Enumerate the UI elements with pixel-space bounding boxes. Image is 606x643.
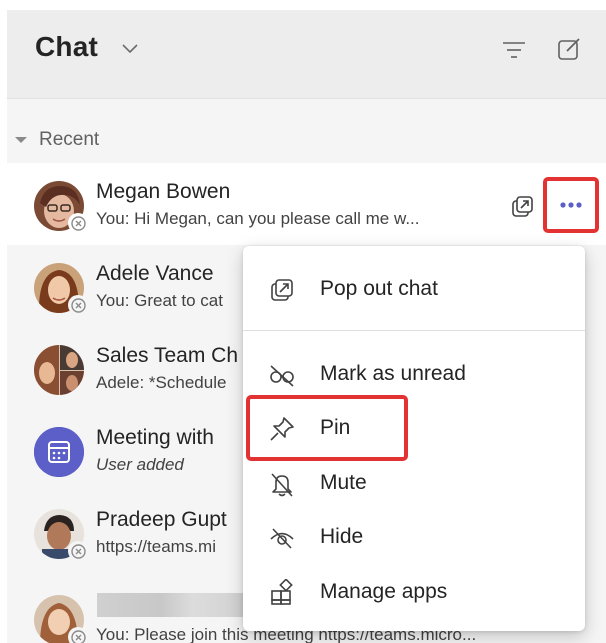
filter-icon[interactable] (501, 38, 527, 62)
popout-icon[interactable] (510, 194, 535, 219)
mark-unread-icon (270, 365, 294, 387)
chat-name: Pradeep Gupt (96, 508, 227, 531)
menu-item-manage-apps[interactable]: Manage apps (243, 565, 585, 619)
manage-apps-icon (271, 579, 293, 605)
avatar (34, 595, 88, 643)
menu-item-mute[interactable]: Mute (243, 456, 585, 510)
teams-chat-window: Chat Recent Megan Bowen You: Hi Megan, c… (0, 0, 606, 643)
menu-item-hide[interactable]: Hide (243, 510, 585, 564)
status-offline-icon (68, 295, 88, 315)
pin-highlight-box (246, 395, 408, 461)
menu-item-label: Hide (320, 525, 364, 548)
status-offline-icon (68, 541, 88, 561)
chat-preview: You: Hi Megan, can you please call me w.… (96, 209, 420, 228)
menu-divider (243, 330, 585, 331)
menu-item-mark-as-unread[interactable]: Mark as unread (243, 347, 585, 401)
ellipsis-icon (560, 202, 582, 208)
avatar (34, 509, 88, 561)
group-avatar (34, 345, 84, 395)
chat-header: Chat (7, 10, 606, 99)
page-title: Chat (35, 31, 99, 62)
chevron-down-icon[interactable] (119, 38, 141, 58)
popout-icon (271, 279, 293, 301)
chat-name: Meeting with (96, 426, 214, 449)
menu-item-label: Mute (320, 471, 367, 494)
redacted-name (97, 593, 257, 617)
chat-item-megan-bowen[interactable]: Megan Bowen You: Hi Megan, can you pleas… (7, 163, 606, 245)
menu-item-label: Manage apps (320, 580, 448, 603)
caret-down-icon (15, 137, 27, 143)
avatar (34, 263, 88, 315)
chat-name: Megan Bowen (96, 180, 231, 203)
recent-label: Recent (39, 129, 100, 150)
menu-item-label: Pop out chat (320, 277, 438, 300)
menu-item-label: Mark as unread (320, 362, 466, 385)
chat-name: Sales Team Ch (96, 344, 239, 367)
menu-item-pop-out-chat[interactable]: Pop out chat (243, 262, 585, 316)
recent-section-header[interactable]: Recent (7, 128, 99, 152)
more-options-button[interactable] (543, 177, 599, 233)
chat-preview: https://teams.mi (96, 537, 216, 556)
avatar (34, 181, 88, 233)
chat-preview: User added (96, 455, 184, 474)
chat-preview: Adele: *Schedule (96, 373, 227, 392)
calendar-icon (34, 427, 84, 477)
chat-name: Adele Vance (96, 262, 214, 285)
mute-bell-icon (271, 473, 293, 497)
new-chat-icon[interactable] (555, 35, 583, 63)
hide-eye-icon (270, 528, 294, 549)
chat-preview: You: Great to cat (96, 291, 223, 310)
group-avatar-photo (34, 345, 84, 395)
status-offline-icon (68, 213, 88, 233)
status-offline-icon (68, 627, 88, 643)
meeting-avatar (34, 427, 84, 477)
